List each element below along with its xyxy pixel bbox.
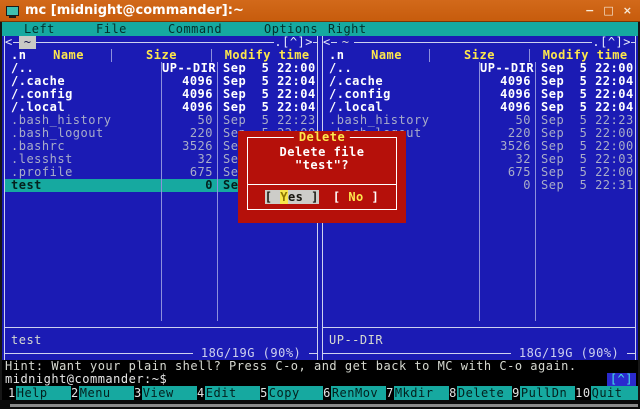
shell-prompt: midnight@commander:~$ [5, 373, 167, 386]
column-header-name[interactable]: Name [344, 49, 428, 62]
terminal-monitor-icon [6, 6, 19, 16]
window-titlebar[interactable]: mc [midnight@commander]:~ − □ × [0, 0, 640, 22]
panel-path-tab[interactable]: ~ [19, 36, 37, 49]
function-key-bar: 1Help 2Menu 3View 4Edit 5Copy 6RenMov 7M… [2, 386, 638, 400]
fkey-mkdir[interactable]: 7Mkdir [386, 386, 449, 400]
divider [13, 36, 19, 49]
panel-back-icon[interactable]: < [323, 36, 331, 49]
terminal: Left File Command Options Right < ~ .[^]… [0, 22, 640, 400]
sort-indicator[interactable]: .n [329, 49, 344, 62]
panel-bottom-border: 18G/19G (90%) [323, 347, 635, 360]
file-name: /.. [323, 62, 479, 75]
no-hotkey: No [348, 190, 363, 204]
menu-item-command[interactable]: Command [168, 22, 222, 36]
divider [36, 36, 274, 49]
fkey-pulldn[interactable]: 9PullDn [512, 386, 575, 400]
close-icon[interactable]: × [623, 4, 632, 17]
fkey-view[interactable]: 3View [134, 386, 197, 400]
divider [331, 36, 337, 49]
file-size: 0 [479, 179, 535, 192]
file-name: .bash_history [323, 114, 479, 127]
sort-indicator[interactable]: .n [11, 49, 26, 62]
fkey-copy[interactable]: 5Copy [260, 386, 323, 400]
panels-area: < ~ .[^]> .nName Size Modify time /..UP-… [2, 36, 638, 360]
dialog-title: Delete [294, 131, 350, 144]
yes-hotkey: Y [280, 190, 288, 204]
file-name: /.config [5, 88, 161, 101]
no-button[interactable]: [ No ] [333, 190, 379, 204]
menu-item-file[interactable]: File [96, 22, 127, 36]
menu-item-options[interactable]: Options [264, 22, 318, 36]
file-name: /.config [323, 88, 479, 101]
free-space: 18G/19G (90%) [193, 347, 309, 360]
column-header-name[interactable]: Name [26, 49, 110, 62]
file-name: .bash_history [5, 114, 161, 127]
fkey-renmov[interactable]: 6RenMov [323, 386, 386, 400]
file-name: /.cache [323, 75, 479, 88]
file-name: /.local [323, 101, 479, 114]
window-title: mc [midnight@commander]:~ [25, 3, 244, 18]
file-name: .lesshst [5, 153, 161, 166]
mini-status-divider [323, 321, 635, 334]
file-size: 0 [161, 179, 217, 192]
dialog-message-line2: "test"? [248, 159, 396, 172]
fkey-delete[interactable]: 8Delete [449, 386, 512, 400]
mini-status-divider [5, 321, 317, 334]
fkey-help[interactable]: 1Help [8, 386, 71, 400]
menu-item-right[interactable]: Right [328, 22, 367, 36]
fkey-menu[interactable]: 2Menu [71, 386, 134, 400]
file-name: .bash_logout [5, 127, 161, 140]
maximize-icon[interactable]: □ [603, 4, 613, 17]
mc-window: mc [midnight@commander]:~ − □ × Left Fil… [0, 0, 640, 409]
panel-path-tab[interactable]: ~ [337, 36, 355, 49]
file-name: .bashrc [5, 140, 161, 153]
fkey-edit[interactable]: 4Edit [197, 386, 260, 400]
file-name: .profile [5, 166, 161, 179]
minimize-icon[interactable]: − [585, 4, 594, 17]
menu-item-left[interactable]: Left [24, 22, 55, 36]
divider [313, 36, 317, 49]
command-line[interactable]: midnight@commander:~$ [^] [2, 373, 638, 386]
panel-back-icon[interactable]: < [5, 36, 13, 49]
file-mtime: Sep 5 22:31 [535, 179, 635, 192]
delete-dialog: Delete Delete file "test"? [ Yes ] [ No … [238, 131, 406, 223]
divider [631, 36, 635, 49]
file-name: /.. [5, 62, 161, 75]
fkey-quit[interactable]: 10Quit [575, 386, 638, 400]
file-name: /.local [5, 101, 161, 114]
window-bottom-edge [0, 400, 640, 409]
free-space: 18G/19G (90%) [511, 347, 627, 360]
divider [354, 36, 592, 49]
panel-bottom-border: 18G/19G (90%) [5, 347, 317, 360]
menu-bar: Left File Command Options Right [2, 22, 638, 36]
yes-button[interactable]: [ Yes ] [265, 190, 319, 204]
file-name: /.cache [5, 75, 161, 88]
history-up-icon[interactable]: [^] [607, 373, 636, 386]
file-name: test [5, 179, 161, 192]
